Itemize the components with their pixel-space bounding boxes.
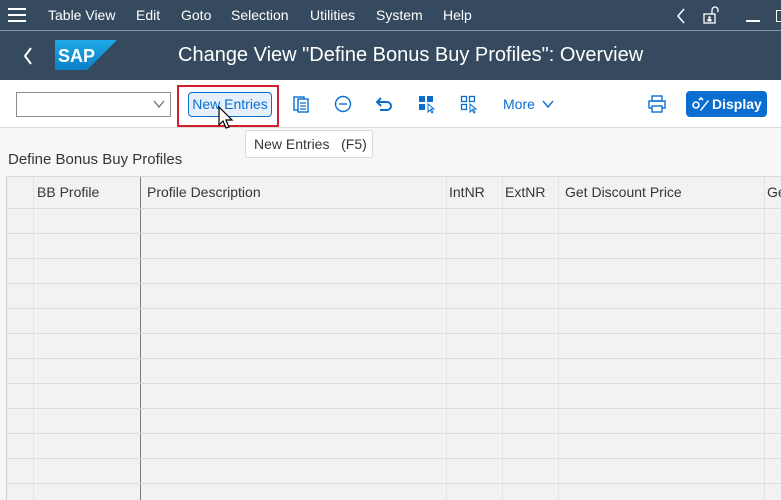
deselect-all-icon[interactable] xyxy=(459,94,479,114)
minimize-icon[interactable] xyxy=(746,20,760,23)
table-row[interactable] xyxy=(7,358,781,359)
mouse-cursor-icon xyxy=(218,106,234,129)
menu-edit[interactable]: Edit xyxy=(136,7,160,23)
column-header-extnr[interactable]: ExtNR xyxy=(498,177,554,208)
table-row[interactable] xyxy=(7,308,781,309)
delete-icon[interactable] xyxy=(333,94,353,114)
table-row[interactable] xyxy=(7,283,781,284)
display-label: Display xyxy=(712,96,762,112)
column-header-bb-profile[interactable]: BB Profile xyxy=(30,177,140,208)
menu-selection[interactable]: Selection xyxy=(231,7,289,23)
collapse-left-icon[interactable] xyxy=(676,8,686,24)
menu-table-view[interactable]: Table View xyxy=(48,7,115,23)
menu-bar: Table View Edit Goto Selection Utilities… xyxy=(0,0,781,31)
display-button[interactable]: Display xyxy=(686,91,767,117)
tooltip: New Entries (F5) xyxy=(245,130,373,158)
section-title: Define Bonus Buy Profiles xyxy=(8,151,183,168)
table-row[interactable] xyxy=(7,233,781,234)
column-header-profile-description[interactable]: Profile Description xyxy=(140,177,446,208)
back-icon[interactable] xyxy=(22,46,34,66)
select-all-icon[interactable] xyxy=(417,94,437,114)
table-row[interactable] xyxy=(7,383,781,384)
table-row[interactable] xyxy=(7,208,781,209)
chevron-down-icon xyxy=(542,100,554,109)
table-row[interactable] xyxy=(7,258,781,259)
undo-icon[interactable] xyxy=(375,94,395,114)
table-row[interactable] xyxy=(7,483,781,484)
table-row[interactable] xyxy=(7,333,781,334)
table-row[interactable] xyxy=(7,408,781,409)
chevron-down-icon xyxy=(153,100,165,109)
menu-system[interactable]: System xyxy=(376,7,423,23)
menu-utilities[interactable]: Utilities xyxy=(310,7,355,23)
shell-bar: SAP Change View "Define Bonus Buy Profil… xyxy=(0,31,781,80)
sap-logo: SAP xyxy=(55,40,117,70)
more-button[interactable]: More xyxy=(503,96,554,112)
menu-help[interactable]: Help xyxy=(443,7,472,23)
menu-goto[interactable]: Goto xyxy=(181,7,211,23)
copy-as-icon[interactable] xyxy=(291,94,311,114)
data-table: BB Profile Profile Description IntNR Ext… xyxy=(6,176,781,500)
page-title: Change View "Define Bonus Buy Profiles":… xyxy=(178,44,644,66)
unlock-icon[interactable] xyxy=(703,6,721,24)
toolbar: New Entries More Display xyxy=(0,80,781,128)
print-icon[interactable] xyxy=(647,94,667,114)
variant-dropdown[interactable] xyxy=(16,92,171,117)
table-row[interactable] xyxy=(7,458,781,459)
display-edit-icon xyxy=(692,96,709,111)
table-row[interactable] xyxy=(7,433,781,434)
more-label: More xyxy=(503,96,535,112)
svg-text:SAP: SAP xyxy=(58,46,95,66)
column-header-get-discount-price[interactable]: Get Discount Price xyxy=(558,177,764,208)
hamburger-menu-icon[interactable] xyxy=(8,8,26,22)
column-header-intnr[interactable]: IntNR xyxy=(442,177,498,208)
maximize-icon[interactable] xyxy=(776,10,781,22)
